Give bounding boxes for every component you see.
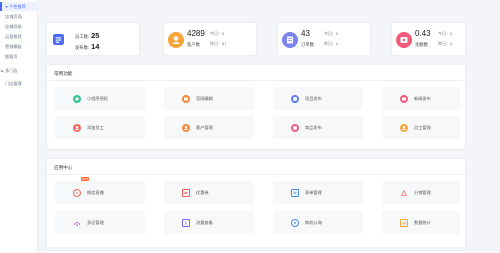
live-icon: [73, 188, 81, 197]
tile-opportunity-pool[interactable]: 商机公海: [273, 211, 363, 234]
stat-card-staff: 员工数: 25 发布数: 14: [46, 22, 140, 56]
amount-today: 今日：0: [438, 31, 453, 36]
sidebar-item-marketing[interactable]: 营销模板: [0, 42, 38, 51]
staff-icon: [400, 123, 408, 132]
sidebar-item-label: 运营推荐: [5, 33, 22, 39]
customer-today: 今日：0: [210, 31, 225, 36]
sidebar-item-operation[interactable]: 运营推荐: [0, 32, 38, 41]
statistics-icon: [400, 218, 408, 227]
miniapp-icon: [73, 94, 81, 103]
amount-stat-icon: [396, 32, 412, 48]
traffic-icon: [182, 218, 190, 227]
order-stat-icon: [282, 32, 298, 48]
sidebar-item-label: 多门店: [5, 67, 18, 73]
tile-miniapp-auth[interactable]: 小程序授权: [55, 87, 145, 110]
app-center-panel: 应用中心 HOT 微信直播 优惠券 表单管理 分销管理 多区管理 流量查看 商机…: [46, 158, 466, 248]
project-icon: [291, 94, 299, 103]
sidebar-item-multi-store[interactable]: ▶ 多门店: [0, 66, 38, 75]
amount-yesterday: 昨日：0: [438, 41, 453, 46]
tile-news-publish[interactable]: 新闻发布: [382, 87, 460, 110]
divider: [47, 80, 465, 81]
sidebar-item-label: 推客页: [5, 53, 18, 59]
tile-multi-area[interactable]: 多区管理: [55, 211, 145, 234]
tile-customer-manage[interactable]: 客户管理: [164, 116, 254, 139]
opportunity-icon: [291, 218, 299, 227]
sidebar-item-label: 个性推荐: [9, 3, 26, 9]
tile-coupon[interactable]: 优惠券: [164, 181, 254, 204]
news-icon: [400, 94, 408, 103]
amount-value: 0.43: [415, 29, 431, 38]
order-count: 43: [301, 29, 310, 38]
publish-count: 发布数: 14: [75, 42, 100, 51]
coupon-icon: [182, 188, 190, 197]
stat-card-amount: 0.43 金额数 今日：0 昨日：0: [391, 22, 466, 56]
customer-icon: [182, 123, 190, 132]
customer-stat-icon: [168, 32, 184, 48]
sidebar-item-store-page[interactable]: 店铺页面: [0, 12, 38, 21]
sidebar-item-label: 门店管理: [5, 80, 22, 86]
form-icon: [291, 188, 299, 197]
tile-form-manage[interactable]: 表单管理: [273, 181, 363, 204]
tile-project-publish[interactable]: 项目发布: [273, 87, 363, 110]
add-staff-icon: [73, 123, 81, 132]
common-functions-title: 常用功能: [54, 71, 73, 76]
tile-product-publish[interactable]: 商品发布: [273, 116, 363, 139]
tile-traffic-view[interactable]: 流量查看: [164, 211, 254, 234]
tile-website-edit[interactable]: 官网编辑: [164, 87, 254, 110]
sidebar-item-recommend[interactable]: ▼ 个性推荐: [0, 2, 38, 11]
stat-card-customers: 4289 客户数 今日：0 昨日：87: [163, 22, 257, 56]
tile-add-staff[interactable]: 添加员工: [55, 116, 145, 139]
tile-distribution-manage[interactable]: 分销管理: [382, 181, 460, 204]
sidebar-item-store-manage[interactable]: 门店管理: [0, 79, 38, 88]
order-today: 今日：0: [324, 31, 339, 36]
sidebar: ▼ 个性推荐 店铺页面 店铺导航 运营推荐 营销模板 推客页 ▶ 多门店 门店管理: [0, 0, 38, 253]
staff-count: 员工数: 25: [75, 31, 100, 40]
sidebar-item-label: 店铺导航: [5, 23, 22, 29]
staff-stat-icon: [53, 34, 64, 45]
sidebar-item-label: 店铺页面: [5, 13, 22, 19]
sidebar-item-store-nav[interactable]: 店铺导航: [0, 22, 38, 31]
distribution-icon: [400, 189, 408, 197]
hot-badge: HOT: [81, 177, 90, 181]
customer-yesterday: 昨日：87: [210, 41, 227, 46]
customer-count: 4289: [187, 29, 205, 38]
order-count-label: 订单数: [301, 42, 314, 47]
order-yesterday: 昨日：0: [324, 41, 339, 46]
multi-area-icon: [73, 219, 81, 227]
customer-count-label: 客户数: [187, 42, 200, 47]
amount-label: 金额数: [415, 42, 428, 47]
website-icon: [182, 94, 190, 103]
sidebar-item-promoter[interactable]: 推客页: [0, 52, 38, 61]
tile-wechat-live[interactable]: HOT 微信直播: [55, 177, 145, 204]
tile-data-statistics[interactable]: 数据统计: [382, 211, 460, 234]
sidebar-item-label: 营销模板: [5, 43, 22, 49]
app-center-title: 应用中心: [54, 165, 73, 170]
product-icon: [291, 123, 299, 132]
common-functions-panel: 常用功能 小程序授权 官网编辑 项目发布 新闻发布 添加员工 客户管理 商品发布…: [46, 64, 466, 150]
divider: [47, 174, 465, 175]
stat-card-orders: 43 订单数 今日：0 昨日：0: [277, 22, 371, 56]
tile-staff-manage[interactable]: 员工管理: [382, 116, 460, 139]
